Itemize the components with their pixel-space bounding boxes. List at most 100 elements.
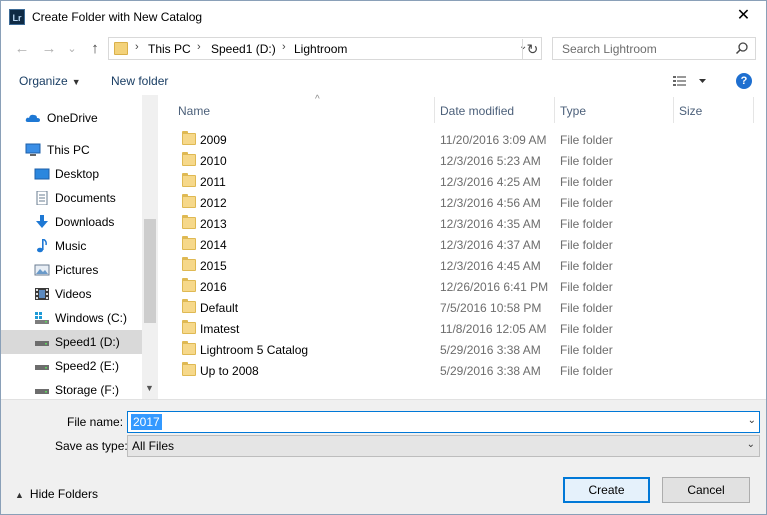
recent-locations-button[interactable]: ⌄ [62, 39, 82, 59]
sidebar-item-videos[interactable]: Videos [1, 282, 142, 306]
close-button[interactable]: ✕ [721, 1, 766, 31]
file-date: 12/3/2016 5:23 AM [440, 154, 541, 168]
breadcrumb-speed1[interactable]: Speed1 (D:) [211, 42, 276, 56]
file-row[interactable]: 2016 12/26/2016 6:41 PM File folder [158, 276, 758, 297]
file-row[interactable]: 2009 11/20/2016 3:09 AM File folder [158, 129, 758, 150]
drive-icon [35, 341, 49, 346]
file-name: 2015 [200, 259, 227, 273]
search-input[interactable]: Search Lightroom [562, 42, 657, 56]
column-header-size[interactable]: Size [673, 95, 753, 126]
forward-button[interactable]: → [39, 39, 59, 59]
column-header-type[interactable]: Type [554, 95, 673, 126]
hide-folders-toggle[interactable]: ▲ Hide Folders [15, 487, 98, 501]
sidebar-item-music[interactable]: Music [1, 234, 142, 258]
folder-icon [182, 194, 196, 208]
caret-up-icon: ▲ [15, 490, 24, 500]
sidebar-item-label: Speed2 (E:) [55, 359, 120, 373]
file-row[interactable]: Lightroom 5 Catalog 5/29/2016 3:38 AM Fi… [158, 339, 758, 360]
breadcrumb-separator: › [197, 41, 201, 53]
column-header-date-modified[interactable]: Date modified [434, 95, 554, 126]
sidebar-item-label: This PC [47, 143, 90, 157]
help-button[interactable]: ? [736, 73, 752, 89]
file-name: 2016 [200, 280, 227, 294]
chevron-down-icon[interactable]: ⌄ [747, 439, 755, 450]
file-row[interactable]: Imatest 11/8/2016 12:05 AM File folder [158, 318, 758, 339]
sidebar-item-windows-c[interactable]: Windows (C:) [1, 306, 142, 330]
sidebar-item-label: Windows (C:) [55, 311, 128, 325]
pictures-icon [34, 264, 50, 276]
back-button[interactable]: ← [12, 39, 32, 59]
organize-menu[interactable]: Organize ▼ [19, 74, 81, 88]
sidebar-item-onedrive[interactable]: OneDrive [1, 106, 142, 130]
file-row[interactable]: 2012 12/3/2016 4:56 AM File folder [158, 192, 758, 213]
file-name-input[interactable]: 2017 ⌄ [127, 411, 760, 433]
documents-icon [36, 191, 48, 205]
refresh-button[interactable]: ↻ [522, 39, 542, 59]
sidebar-item-desktop[interactable]: Desktop [1, 162, 142, 186]
create-button[interactable]: Create [563, 477, 650, 503]
sidebar-item-label: Pictures [55, 263, 99, 277]
folder-icon [114, 42, 128, 55]
organize-label: Organize [19, 74, 68, 88]
column-header-name[interactable]: Name ^ [172, 94, 434, 126]
hide-folders-label: Hide Folders [29, 487, 98, 501]
sidebar-item-speed2-e[interactable]: Speed2 (E:) [1, 354, 142, 378]
sidebar-item-pictures[interactable]: Pictures [1, 258, 142, 282]
file-date: 12/3/2016 4:25 AM [440, 175, 541, 189]
file-type: File folder [560, 238, 613, 252]
file-date: 11/8/2016 12:05 AM [440, 322, 547, 336]
folder-icon [182, 341, 196, 355]
sidebar-item-label: Music [55, 239, 87, 253]
sidebar-item-label: Desktop [55, 167, 100, 181]
drive-icon [35, 365, 49, 370]
sidebar-item-documents[interactable]: Documents [1, 186, 142, 210]
file-name-label: File name: [67, 415, 124, 429]
navigation-scrollbar[interactable]: ▼ [142, 95, 158, 399]
view-options-icon[interactable] [672, 73, 708, 89]
save-as-type-select[interactable]: All Files ⌄ [127, 435, 760, 457]
cancel-button[interactable]: Cancel [662, 477, 750, 503]
folder-icon [182, 320, 196, 334]
sidebar-item-speed1-d[interactable]: Speed1 (D:) [1, 330, 142, 354]
chevron-down-icon[interactable]: ⌄ [748, 415, 756, 426]
new-folder-button[interactable]: New folder [111, 74, 168, 88]
file-type: File folder [560, 154, 613, 168]
breadcrumb-lightroom[interactable]: Lightroom [294, 42, 347, 56]
caret-down-icon: ▼ [71, 77, 81, 87]
sidebar-item-label: Storage (F:) [55, 383, 120, 397]
drive-icon [35, 389, 49, 394]
file-name: Default [200, 301, 239, 315]
file-date: 12/3/2016 4:56 AM [440, 196, 541, 210]
save-as-type-value: All Files [132, 439, 175, 453]
sidebar-item-downloads[interactable]: Downloads [1, 210, 142, 234]
file-name: 2010 [200, 154, 227, 168]
scrollbar-thumb[interactable] [144, 219, 156, 323]
up-button[interactable]: ↑ [85, 39, 105, 59]
file-type: File folder [560, 301, 613, 315]
column-header-label: Date modified [440, 104, 515, 118]
scroll-down-icon[interactable]: ▼ [145, 383, 154, 393]
file-date: 7/5/2016 10:58 PM [440, 301, 542, 315]
file-row[interactable]: 2011 12/3/2016 4:25 AM File folder [158, 171, 758, 192]
breadcrumb-this-pc[interactable]: This PC [148, 42, 191, 56]
file-row[interactable]: 2010 12/3/2016 5:23 AM File folder [158, 150, 758, 171]
column-header-label: Size [679, 104, 703, 118]
file-row[interactable]: Up to 2008 5/29/2016 3:38 AM File folder [158, 360, 758, 381]
sidebar-item-label: OneDrive [47, 111, 98, 125]
save-options-panel: File name: 2017 ⌄ Save as type: All File… [1, 399, 766, 514]
search-box[interactable]: Search Lightroom [552, 37, 756, 60]
file-row[interactable]: 2014 12/3/2016 4:37 AM File folder [158, 234, 758, 255]
file-name: Lightroom 5 Catalog [200, 343, 309, 357]
file-type: File folder [560, 322, 613, 336]
file-type: File folder [560, 196, 613, 210]
folder-icon [182, 236, 196, 250]
address-bar[interactable]: › This PC › Speed1 (D:) › Lightroom ⌄ [108, 37, 542, 60]
column-divider[interactable] [753, 97, 754, 123]
file-name: 2011 [200, 175, 226, 189]
file-row[interactable]: 2015 12/3/2016 4:45 AM File folder [158, 255, 758, 276]
file-row[interactable]: Default 7/5/2016 10:58 PM File folder [158, 297, 758, 318]
folder-icon [182, 215, 196, 229]
file-name: Up to 2008 [200, 364, 259, 378]
sidebar-item-this-pc[interactable]: This PC [1, 138, 142, 162]
file-row[interactable]: 2013 12/3/2016 4:35 AM File folder [158, 213, 758, 234]
